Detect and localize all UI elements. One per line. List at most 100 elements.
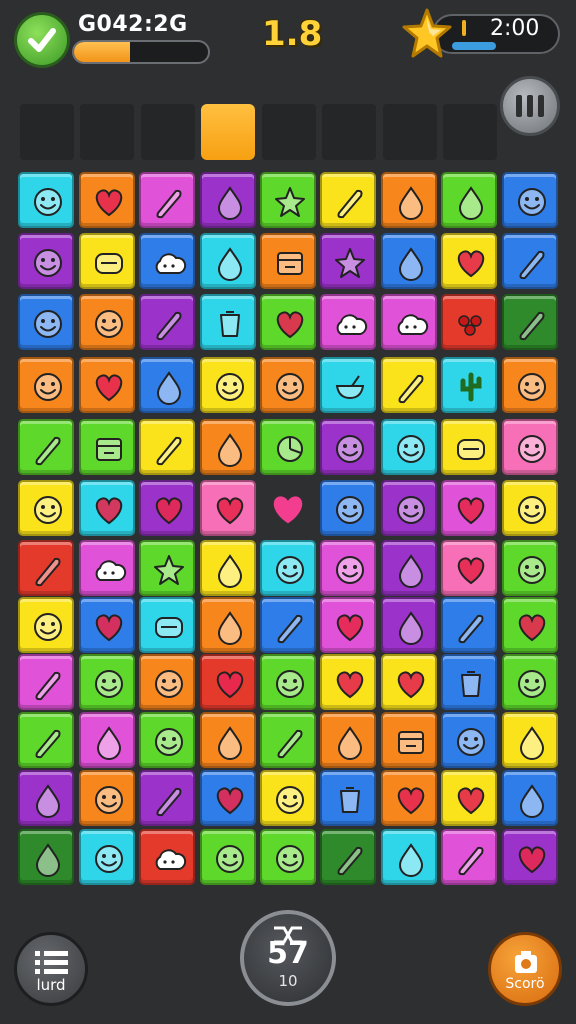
tile[interactable] bbox=[381, 294, 437, 350]
tile[interactable] bbox=[79, 357, 135, 413]
tile[interactable] bbox=[502, 654, 558, 710]
tile[interactable] bbox=[79, 480, 135, 536]
tile[interactable] bbox=[139, 712, 195, 768]
tile[interactable] bbox=[200, 172, 256, 228]
tile[interactable] bbox=[320, 597, 376, 653]
tile[interactable] bbox=[441, 480, 497, 536]
tile[interactable] bbox=[441, 233, 497, 289]
tile[interactable] bbox=[381, 233, 437, 289]
tile[interactable] bbox=[260, 357, 316, 413]
tile[interactable] bbox=[139, 419, 195, 475]
tile[interactable] bbox=[200, 829, 256, 885]
tile[interactable] bbox=[502, 540, 558, 596]
tile[interactable] bbox=[320, 829, 376, 885]
tile[interactable] bbox=[502, 419, 558, 475]
tile[interactable] bbox=[139, 654, 195, 710]
tile[interactable] bbox=[139, 233, 195, 289]
tile[interactable] bbox=[139, 357, 195, 413]
tile[interactable] bbox=[79, 712, 135, 768]
tile[interactable] bbox=[502, 597, 558, 653]
tile[interactable] bbox=[139, 829, 195, 885]
tile[interactable] bbox=[79, 770, 135, 826]
tile[interactable] bbox=[260, 712, 316, 768]
tile[interactable] bbox=[79, 172, 135, 228]
tile[interactable] bbox=[18, 540, 74, 596]
tile[interactable] bbox=[320, 712, 376, 768]
tile[interactable] bbox=[139, 597, 195, 653]
tile[interactable] bbox=[320, 770, 376, 826]
menu-button[interactable] bbox=[14, 932, 88, 1006]
tile[interactable] bbox=[320, 233, 376, 289]
tile[interactable] bbox=[320, 172, 376, 228]
tile[interactable] bbox=[18, 597, 74, 653]
tile[interactable] bbox=[441, 770, 497, 826]
tile[interactable] bbox=[260, 597, 316, 653]
tile[interactable] bbox=[502, 712, 558, 768]
tile[interactable] bbox=[260, 419, 316, 475]
tile[interactable] bbox=[139, 172, 195, 228]
tile[interactable] bbox=[320, 357, 376, 413]
tile[interactable] bbox=[18, 294, 74, 350]
tile[interactable] bbox=[139, 480, 195, 536]
tile[interactable] bbox=[320, 480, 376, 536]
tile[interactable] bbox=[79, 829, 135, 885]
tile[interactable] bbox=[502, 770, 558, 826]
tile[interactable] bbox=[18, 233, 74, 289]
pause-button[interactable] bbox=[500, 76, 560, 136]
tile[interactable] bbox=[381, 419, 437, 475]
tile[interactable] bbox=[502, 357, 558, 413]
tile[interactable] bbox=[320, 654, 376, 710]
tile[interactable] bbox=[502, 480, 558, 536]
tile[interactable] bbox=[260, 654, 316, 710]
tile[interactable] bbox=[381, 480, 437, 536]
tile[interactable] bbox=[441, 829, 497, 885]
tile[interactable] bbox=[79, 294, 135, 350]
tile[interactable] bbox=[260, 294, 316, 350]
tile[interactable] bbox=[79, 597, 135, 653]
tile[interactable] bbox=[79, 654, 135, 710]
tile[interactable] bbox=[502, 829, 558, 885]
tile[interactable] bbox=[200, 540, 256, 596]
score-button[interactable] bbox=[488, 932, 562, 1006]
tile[interactable] bbox=[79, 540, 135, 596]
tile[interactable] bbox=[139, 540, 195, 596]
tile[interactable] bbox=[260, 172, 316, 228]
tile[interactable] bbox=[200, 654, 256, 710]
tile[interactable] bbox=[381, 829, 437, 885]
tile[interactable] bbox=[441, 172, 497, 228]
empty-cell[interactable] bbox=[260, 480, 316, 536]
tile[interactable] bbox=[441, 540, 497, 596]
tile[interactable] bbox=[441, 294, 497, 350]
tile[interactable] bbox=[18, 480, 74, 536]
tile[interactable] bbox=[502, 233, 558, 289]
tile[interactable] bbox=[320, 294, 376, 350]
tile[interactable] bbox=[441, 357, 497, 413]
tile[interactable] bbox=[200, 294, 256, 350]
tile[interactable] bbox=[200, 419, 256, 475]
tile[interactable] bbox=[320, 419, 376, 475]
tile[interactable] bbox=[381, 540, 437, 596]
tile[interactable] bbox=[441, 419, 497, 475]
tile[interactable] bbox=[79, 233, 135, 289]
tile[interactable] bbox=[381, 597, 437, 653]
tile[interactable] bbox=[502, 172, 558, 228]
tile[interactable] bbox=[18, 172, 74, 228]
tile[interactable] bbox=[441, 712, 497, 768]
tile[interactable] bbox=[502, 294, 558, 350]
tile[interactable] bbox=[260, 770, 316, 826]
tile[interactable] bbox=[200, 712, 256, 768]
tile[interactable] bbox=[381, 654, 437, 710]
tile[interactable] bbox=[260, 829, 316, 885]
tile[interactable] bbox=[200, 597, 256, 653]
tile[interactable] bbox=[381, 770, 437, 826]
tile[interactable] bbox=[18, 357, 74, 413]
tile[interactable] bbox=[200, 357, 256, 413]
tile[interactable] bbox=[18, 770, 74, 826]
tile[interactable] bbox=[320, 540, 376, 596]
tile[interactable] bbox=[79, 419, 135, 475]
tile[interactable] bbox=[381, 712, 437, 768]
tile[interactable] bbox=[139, 294, 195, 350]
tile[interactable] bbox=[18, 712, 74, 768]
tile[interactable] bbox=[200, 233, 256, 289]
tile[interactable] bbox=[200, 770, 256, 826]
